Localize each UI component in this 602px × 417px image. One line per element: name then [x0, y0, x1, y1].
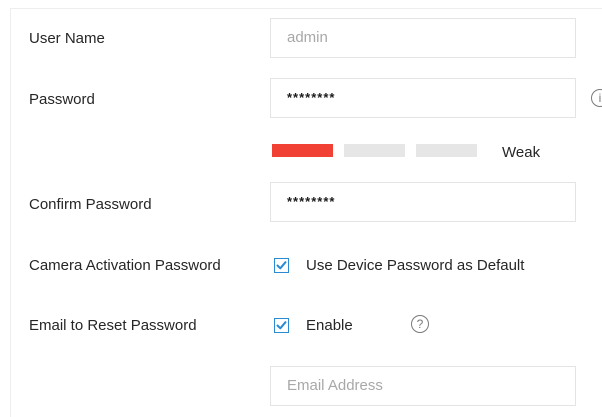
email-reset-enable-checkbox[interactable]: [274, 318, 289, 333]
email-address-input[interactable]: [287, 377, 575, 394]
strength-segment-1: [272, 144, 333, 157]
info-icon[interactable]: i: [591, 89, 602, 107]
question-icon[interactable]: ?: [411, 315, 429, 333]
user-name-field: admin: [270, 18, 576, 58]
camera-activation-checkbox[interactable]: [274, 258, 289, 273]
strength-segment-3: [416, 144, 477, 157]
use-device-password-label[interactable]: Use Device Password as Default: [306, 257, 524, 274]
email-reset-label: Email to Reset Password: [29, 317, 197, 334]
user-name-label: User Name: [29, 30, 105, 47]
camera-activation-label: Camera Activation Password: [29, 257, 221, 274]
strength-segment-2: [344, 144, 405, 157]
confirm-password-label: Confirm Password: [29, 196, 152, 213]
password-strength-text: Weak: [502, 144, 541, 161]
confirm-password-input[interactable]: ********: [270, 182, 576, 222]
password-label: Password: [29, 91, 95, 108]
checkmark-icon: [276, 261, 287, 270]
email-address-field[interactable]: [270, 366, 576, 406]
enable-label[interactable]: Enable: [306, 317, 353, 334]
checkmark-icon: [276, 321, 287, 330]
password-input[interactable]: ********: [270, 78, 576, 118]
